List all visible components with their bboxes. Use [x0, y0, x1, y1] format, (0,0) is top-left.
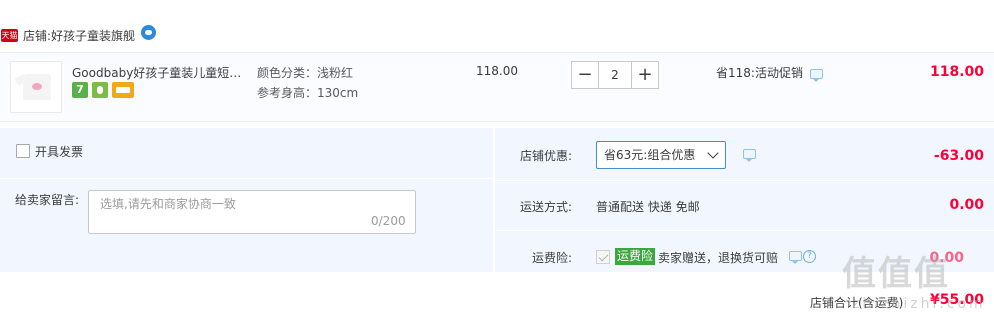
item-thumbnail[interactable] — [10, 61, 62, 113]
shop-header: 天猫 店铺: 好孩子童装旗舰 — [0, 24, 157, 46]
item-total: 118.00 — [929, 64, 984, 80]
discount-selected-value: 省63元:组合优惠 — [604, 148, 696, 162]
quantity-input[interactable]: 2 — [599, 61, 631, 89]
watermark-url: zhizhizhi.com — [852, 296, 986, 312]
divider — [495, 180, 994, 181]
invoice-label[interactable]: 开具发票 — [35, 143, 83, 160]
memo-placeholder: 选填,请先和商家协商一致 — [100, 197, 236, 211]
discount-label: 店铺优惠: — [520, 149, 573, 163]
discount-comment-icon[interactable] — [743, 149, 756, 162]
chevron-down-icon — [707, 147, 719, 159]
sku-color: 颜色分类：浅粉红 — [257, 66, 354, 80]
shipping-label: 运送方式: — [520, 200, 573, 214]
tshirt-icon — [23, 74, 51, 100]
memo-char-count: 0/200 — [371, 214, 406, 228]
divider — [0, 178, 494, 179]
promo-comment-icon[interactable] — [810, 69, 823, 82]
shop-name-link[interactable]: 好孩子童装旗舰 — [51, 27, 135, 44]
credit-card-icon[interactable] — [112, 82, 134, 98]
shipping-price: 0.00 — [949, 197, 984, 213]
insurance-label: 运费险: — [532, 251, 573, 265]
help-icon[interactable]: ? — [803, 250, 816, 263]
sku-height: 参考身高：130cm — [257, 86, 359, 100]
insurance-tag: 运费险 — [615, 248, 656, 265]
memo-label: 给卖家留言: — [15, 193, 80, 207]
invoice-checkbox[interactable] — [16, 144, 30, 158]
shop-label: 店铺: — [23, 28, 52, 43]
divider — [495, 230, 994, 231]
shipping-method: 普通配送 快递 免邮 — [596, 200, 700, 214]
insurance-checkbox — [596, 250, 610, 264]
guarantee-icon[interactable] — [92, 82, 108, 98]
quantity-stepper: − 2 + — [571, 61, 667, 89]
tmall-badge: 天猫 — [1, 28, 18, 42]
wangwang-chat-icon[interactable] — [141, 24, 157, 40]
insurance-comment-icon[interactable] — [789, 251, 802, 264]
promo-text: 省118:活动促销 — [716, 66, 803, 80]
seven-day-return-icon[interactable]: 7 — [72, 82, 88, 98]
discount-value: -63.00 — [933, 148, 984, 164]
quantity-minus-button[interactable]: − — [571, 61, 599, 89]
insurance-description: 卖家赠送，退换货可赔 — [658, 251, 779, 265]
discount-select[interactable]: 省63元:组合优惠 — [596, 141, 726, 169]
item-title-link[interactable]: Goodbaby好孩子童装儿童短袖... — [72, 64, 252, 81]
watermark-logo: 值值值 — [842, 254, 950, 294]
unit-price: 118.00 — [476, 64, 518, 78]
quantity-plus-button[interactable]: + — [631, 61, 659, 89]
item-row — [0, 52, 994, 122]
